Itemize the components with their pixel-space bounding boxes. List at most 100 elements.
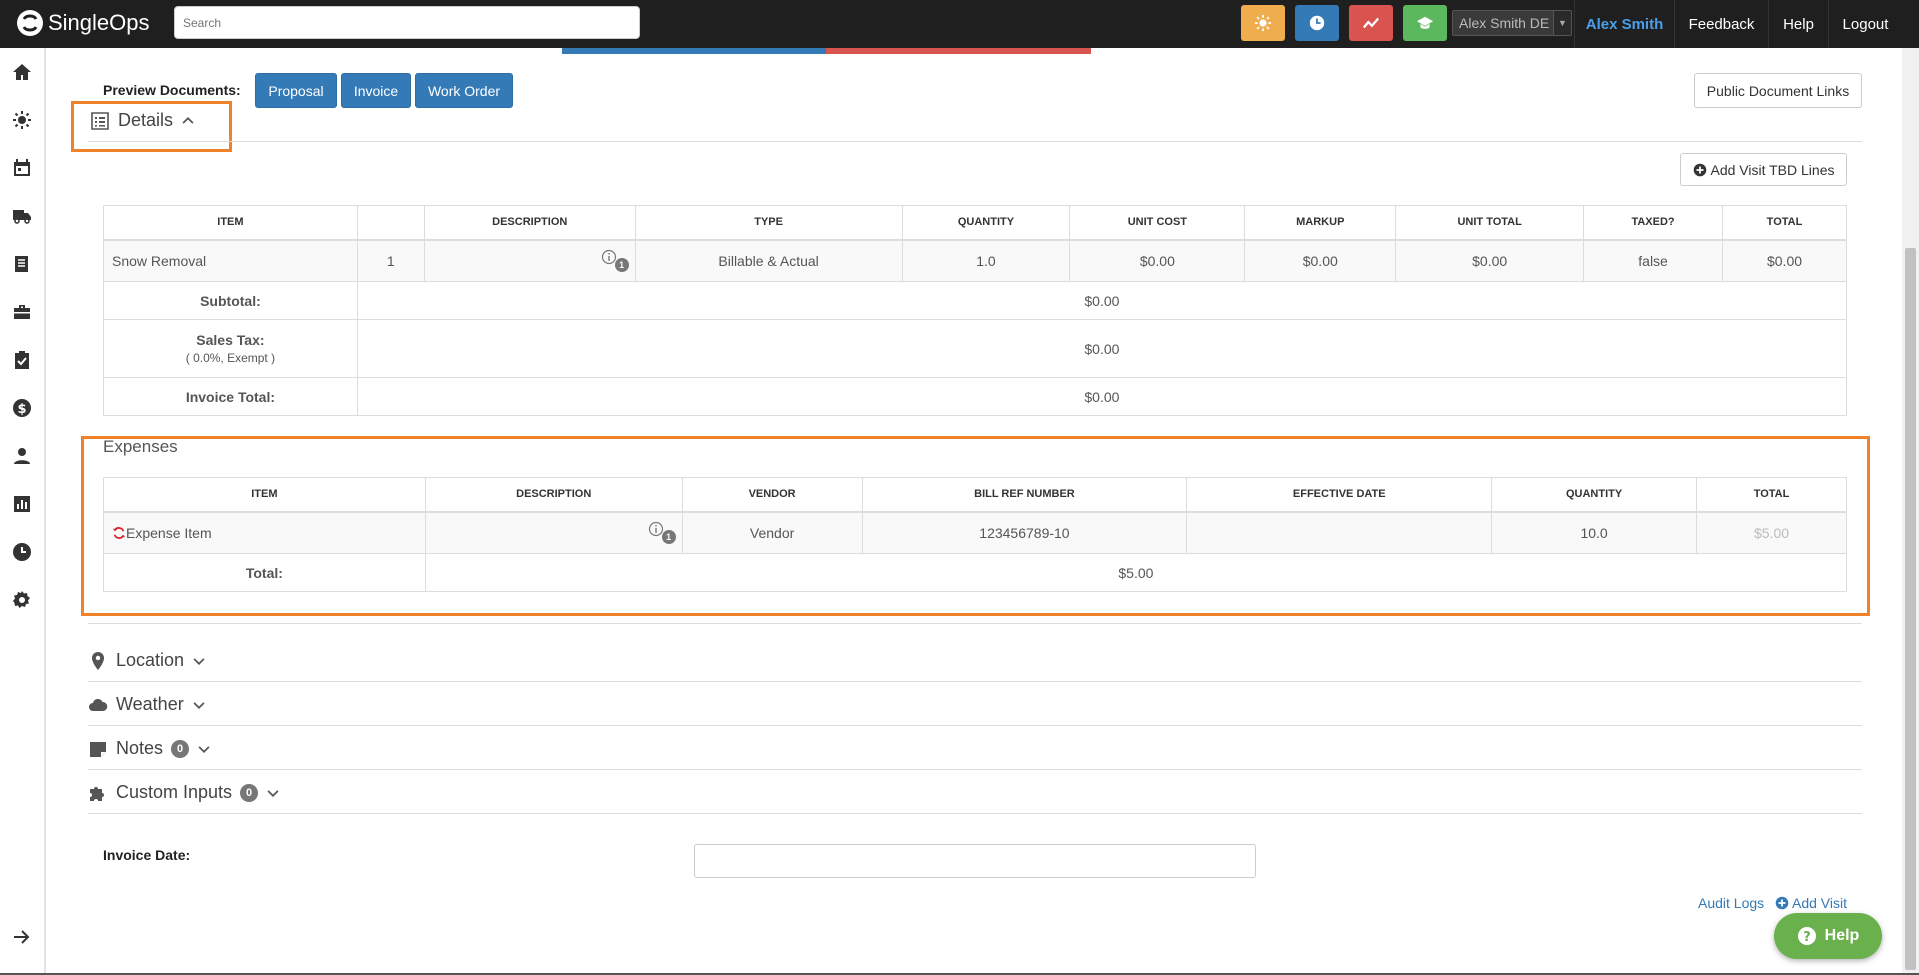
public-document-links-button[interactable]: Public Document Links bbox=[1694, 73, 1862, 108]
col-taxed: TAXED? bbox=[1583, 205, 1724, 241]
invoice-date-label: Invoice Date: bbox=[103, 847, 191, 863]
proposal-button[interactable]: Proposal bbox=[255, 73, 337, 108]
help-widget-button[interactable]: ? Help bbox=[1774, 913, 1882, 959]
info-icon[interactable]: 1 bbox=[648, 521, 676, 545]
user-name-link[interactable]: Alex Smith bbox=[1574, 0, 1674, 48]
expense-quantity: 10.0 bbox=[1491, 511, 1698, 554]
table-row[interactable]: Snow Removal 1 1 Billable & Actual 1.0 $… bbox=[103, 239, 1847, 282]
expense-description: 1 bbox=[424, 511, 683, 554]
expense-total: $5.00 bbox=[1696, 511, 1847, 554]
chevron-down-icon bbox=[198, 745, 210, 753]
time-button[interactable] bbox=[1295, 5, 1339, 41]
notes-count-badge: 0 bbox=[171, 739, 190, 758]
home-icon[interactable] bbox=[11, 61, 33, 83]
bar-chart-icon[interactable] bbox=[11, 493, 33, 515]
col-vendor: VENDOR bbox=[681, 477, 863, 513]
invoice-total-value: $0.00 bbox=[356, 377, 1848, 416]
invoice-total-row: Invoice Total: $0.00 bbox=[103, 377, 1848, 416]
puzzle-piece-icon bbox=[90, 786, 104, 801]
col-description: DESCRIPTION bbox=[424, 477, 683, 513]
account-select-value: Alex Smith DE bbox=[1459, 15, 1550, 31]
list-icon[interactable] bbox=[11, 253, 33, 275]
user-icon[interactable] bbox=[11, 445, 33, 467]
row-taxed: false bbox=[1583, 239, 1724, 282]
recurring-icon[interactable] bbox=[112, 526, 126, 540]
top-navbar: SingleOps Alex Smith DE ▼ Alex Smith Fee… bbox=[0, 0, 1919, 48]
dollar-icon[interactable]: $ bbox=[11, 397, 33, 419]
weather-toggle[interactable]: Weather bbox=[88, 694, 206, 715]
truck-icon[interactable] bbox=[11, 205, 33, 227]
col-bill-ref-number: BILL REF NUMBER bbox=[861, 477, 1188, 513]
col-total: TOTAL bbox=[1696, 477, 1847, 513]
expenses-table: ITEM DESCRIPTION VENDOR BILL REF NUMBER … bbox=[103, 477, 1848, 592]
search-input[interactable] bbox=[174, 6, 640, 39]
weather-divider bbox=[88, 725, 1862, 726]
reports-button[interactable] bbox=[1349, 5, 1393, 41]
add-visit-tbd-lines-button[interactable]: Add Visit TBD Lines bbox=[1680, 153, 1847, 186]
expenses-title: Expenses bbox=[103, 437, 178, 456]
work-order-button[interactable]: Work Order bbox=[415, 73, 513, 108]
info-icon[interactable]: 1 bbox=[601, 249, 629, 273]
sun-icon[interactable] bbox=[11, 109, 33, 131]
help-link[interactable]: Help bbox=[1768, 0, 1828, 48]
col-item: ITEM bbox=[103, 477, 426, 513]
calendar-icon[interactable] bbox=[11, 157, 33, 179]
cloud-icon bbox=[89, 698, 108, 711]
location-toggle[interactable]: Location bbox=[88, 650, 206, 671]
chevron-down-icon bbox=[193, 701, 205, 709]
account-select[interactable]: Alex Smith DE ▼ bbox=[1452, 10, 1572, 36]
info-count-badge: 1 bbox=[661, 530, 676, 545]
feedback-link[interactable]: Feedback bbox=[1674, 0, 1768, 48]
expense-vendor: Vendor bbox=[681, 511, 863, 554]
logout-link[interactable]: Logout bbox=[1828, 0, 1902, 48]
info-count-badge: 1 bbox=[614, 258, 629, 273]
row-unit-total: $0.00 bbox=[1395, 239, 1585, 282]
audit-logs-link[interactable]: Audit Logs bbox=[1698, 895, 1764, 911]
details-table: ITEM DESCRIPTION TYPE QUANTITY UNIT COST… bbox=[103, 205, 1848, 416]
row-unit-cost: $0.00 bbox=[1069, 239, 1246, 282]
caret-down-icon: ▼ bbox=[1553, 11, 1571, 35]
plus-circle-icon bbox=[1693, 163, 1706, 176]
location-title: Location bbox=[116, 650, 185, 670]
row-quantity: 1.0 bbox=[901, 239, 1071, 282]
row-description: 1 bbox=[423, 239, 636, 282]
clipboard-check-icon[interactable] bbox=[11, 349, 33, 371]
arrow-right-icon[interactable] bbox=[11, 926, 33, 948]
expenses-total-label: Total: bbox=[103, 553, 426, 592]
add-visit-link[interactable]: Add Visit bbox=[1775, 895, 1847, 911]
row-type: Billable & Actual bbox=[634, 239, 903, 282]
weather-title: Weather bbox=[116, 694, 184, 714]
plus-circle-icon bbox=[1775, 896, 1789, 910]
table-row[interactable]: Expense Item 1 Vendor 123456789-10 10.0 … bbox=[103, 511, 1847, 554]
map-marker-icon bbox=[92, 651, 104, 670]
graduation-cap-icon bbox=[1416, 16, 1434, 29]
scrollbar-thumb[interactable] bbox=[1905, 248, 1916, 970]
notes-title: Notes bbox=[116, 738, 164, 758]
weather-button[interactable] bbox=[1241, 5, 1285, 41]
notes-toggle[interactable]: Notes 0 bbox=[88, 738, 211, 759]
row-item: Snow Removal bbox=[103, 239, 358, 282]
row-number: 1 bbox=[356, 239, 425, 282]
singleops-logo[interactable]: SingleOps bbox=[16, 9, 150, 37]
invoice-total-label: Invoice Total: bbox=[103, 377, 358, 416]
gear-icon[interactable] bbox=[11, 589, 33, 611]
col-markup: MARKUP bbox=[1244, 205, 1397, 241]
cutoff-danger-button[interactable] bbox=[826, 48, 1091, 54]
expenses-divider bbox=[88, 623, 1862, 624]
clock-icon[interactable] bbox=[11, 541, 33, 563]
help-widget-label: Help bbox=[1824, 927, 1860, 944]
vertical-scrollbar[interactable] bbox=[1902, 48, 1919, 975]
training-button[interactable] bbox=[1403, 5, 1447, 41]
sun-icon bbox=[1254, 14, 1272, 32]
col-blank bbox=[356, 205, 425, 241]
custom-inputs-toggle[interactable]: Custom Inputs 0 bbox=[88, 782, 280, 803]
logo-text: SingleOps bbox=[48, 10, 150, 35]
col-unit-cost: UNIT COST bbox=[1069, 205, 1246, 241]
details-highlight bbox=[71, 101, 232, 152]
invoice-date-input[interactable] bbox=[694, 844, 1256, 878]
invoice-button[interactable]: Invoice bbox=[341, 73, 411, 108]
location-divider bbox=[88, 681, 1862, 682]
add-visit-tbd-lines-label: Add Visit TBD Lines bbox=[1710, 161, 1835, 178]
cutoff-primary-button[interactable] bbox=[562, 48, 826, 54]
briefcase-icon[interactable] bbox=[11, 301, 33, 323]
